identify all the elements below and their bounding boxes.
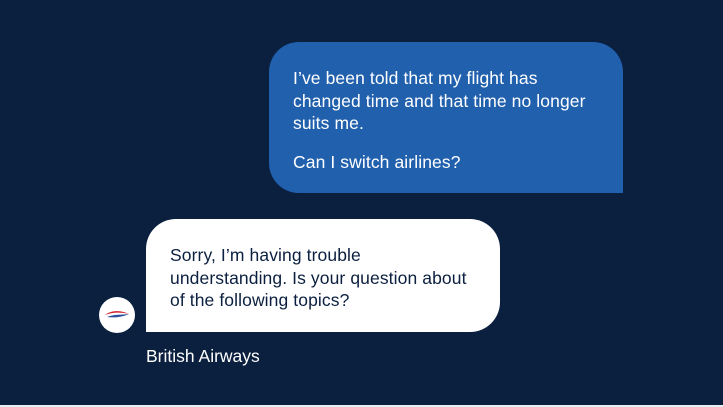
user-message-bubble: I’ve been told that my flight has change… xyxy=(269,42,623,193)
bot-message-bubble: Sorry, I’m having trouble understanding.… xyxy=(146,219,500,332)
user-message-paragraph: Can I switch airlines? xyxy=(293,151,461,172)
bot-message-text: Sorry, I’m having trouble understanding.… xyxy=(170,245,467,310)
british-airways-logo-icon xyxy=(105,311,129,318)
bot-avatar xyxy=(99,297,135,333)
bot-sender-name: British Airways xyxy=(146,346,260,366)
user-message-paragraph: I’ve been told that my flight has change… xyxy=(293,68,586,133)
